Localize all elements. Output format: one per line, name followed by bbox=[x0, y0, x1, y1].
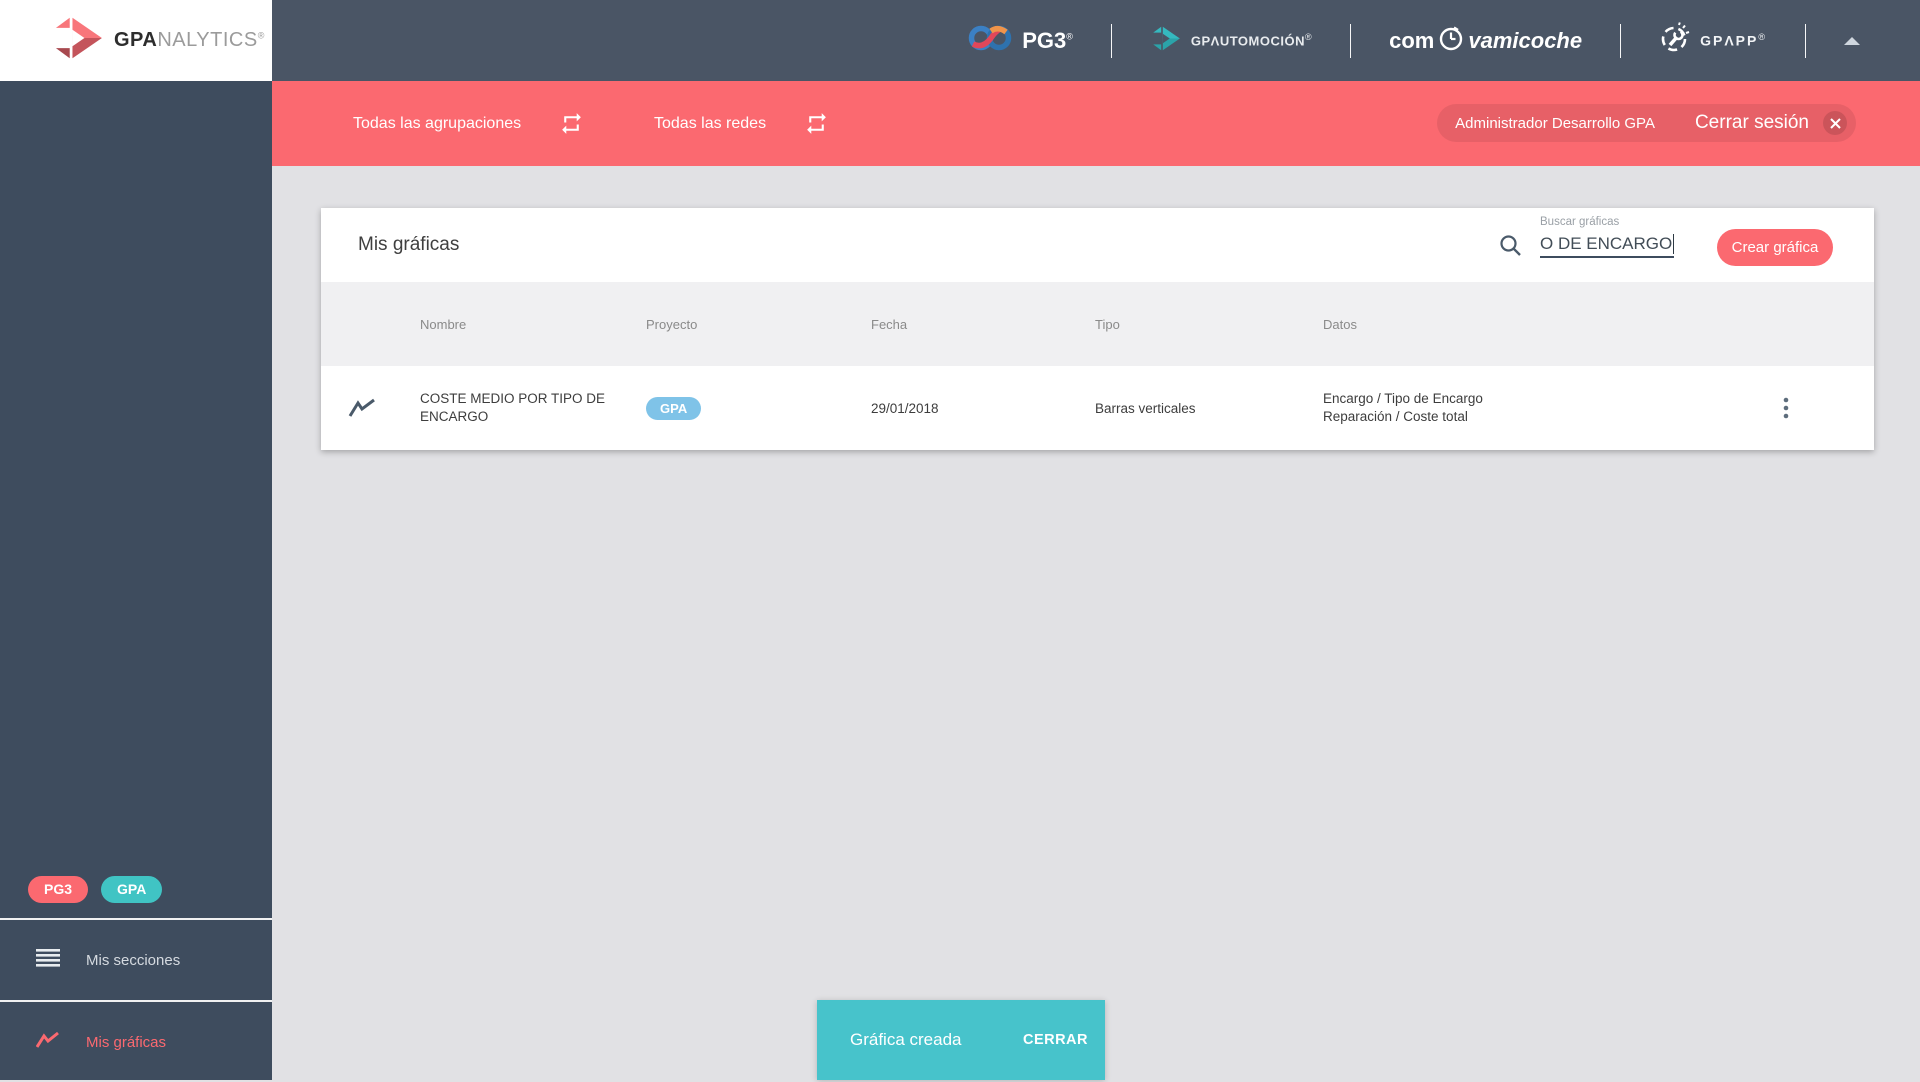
compravamicoche-logo: com vamicoche bbox=[1389, 25, 1582, 57]
topbar-separator bbox=[1350, 23, 1352, 58]
search-icon[interactable] bbox=[1499, 234, 1523, 263]
groupings-filter: Todas las agrupaciones bbox=[353, 81, 584, 166]
logout-x-icon[interactable] bbox=[1823, 111, 1847, 135]
gpapp-label: GPΛPP® bbox=[1700, 32, 1767, 49]
gpa-badge[interactable]: GPA bbox=[101, 876, 163, 903]
row-fecha: 29/01/2018 bbox=[871, 400, 939, 416]
groupings-label: Todas las agrupaciones bbox=[353, 114, 522, 132]
mis-graficas-card: Mis gráficas Buscar gráficas O DE ENCARG… bbox=[321, 208, 1874, 450]
swap-networks-icon[interactable] bbox=[804, 111, 829, 136]
app-logo: GPANALYTICS® bbox=[0, 0, 272, 81]
create-chart-button[interactable]: Crear gráfica bbox=[1717, 229, 1833, 266]
snackbar-message: Gráfica creada bbox=[850, 1030, 962, 1049]
pg3-logo: PG3® bbox=[967, 21, 1073, 60]
row-datos: Encargo / Tipo de Encargo Reparación / Co… bbox=[1323, 390, 1483, 424]
chart-line-icon bbox=[348, 366, 376, 450]
page-title: Mis gráficas bbox=[358, 234, 460, 255]
gpapp-wrench-icon bbox=[1659, 22, 1691, 59]
collapse-caret-icon[interactable] bbox=[1844, 36, 1860, 45]
snackbar-close-button[interactable]: CERRAR bbox=[1023, 1032, 1088, 1048]
topbar: PG3® GPΛUTOMOCIÓN® com vamicoche GPΛPP® bbox=[272, 0, 1920, 81]
sidebar-item-mis-graficas[interactable]: Mis gráficas bbox=[0, 1002, 272, 1082]
row-kebab-menu-icon[interactable] bbox=[1783, 366, 1789, 450]
search-input-value: O DE ENCARGO bbox=[1540, 234, 1673, 253]
topbar-separator bbox=[1805, 23, 1806, 58]
row-proyecto-badge: GPA bbox=[646, 396, 702, 420]
column-header-fecha: Fecha bbox=[871, 316, 908, 332]
logo-gpa-text: GPA bbox=[114, 29, 158, 51]
column-header-datos: Datos bbox=[1323, 316, 1357, 332]
logo-nalytics-text: NALYTICS bbox=[157, 29, 258, 51]
pg3-infinity-icon bbox=[967, 21, 1013, 60]
snackbar: Gráfica creada CERRAR bbox=[817, 1000, 1105, 1080]
gpautomocion-label: GPΛUTOMOCIÓN® bbox=[1190, 32, 1313, 49]
search-label: Buscar gráficas bbox=[1540, 216, 1620, 228]
gpanalytics-logo-icon bbox=[50, 15, 106, 66]
pg3-badge[interactable]: PG3 bbox=[28, 876, 89, 903]
compra-prefix: com bbox=[1389, 27, 1435, 53]
sidebar: GPANALYTICS® PG3 GPA Mis secciones Mis g… bbox=[0, 0, 272, 1080]
sidebar-badges: PG3 GPA bbox=[28, 876, 163, 903]
app-logo-text: GPANALYTICS® bbox=[114, 29, 265, 52]
gpapp-logo: GPΛPP® bbox=[1659, 22, 1767, 59]
column-header-tipo: Tipo bbox=[1095, 316, 1120, 332]
user-name: Administrador Desarrollo GPA bbox=[1455, 114, 1655, 132]
filter-bar: Todas las agrupaciones Todas las redes A… bbox=[272, 81, 1920, 166]
topbar-separator bbox=[1110, 23, 1112, 58]
row-nombre: COSTE MEDIO POR TIPO DE ENCARGO bbox=[420, 391, 606, 424]
logout-button[interactable]: Cerrar sesión bbox=[1695, 112, 1809, 134]
gpautomocion-arrow-icon bbox=[1150, 25, 1182, 57]
chart-line-icon bbox=[35, 1031, 60, 1054]
networks-label: Todas las redes bbox=[654, 114, 767, 132]
sidebar-item-label: Mis gráficas bbox=[86, 1033, 167, 1051]
sidebar-item-label: Mis secciones bbox=[86, 951, 181, 969]
text-cursor bbox=[1673, 234, 1674, 254]
user-session-pill: Administrador Desarrollo GPA Cerrar sesi… bbox=[1437, 104, 1856, 142]
logo-reg-mark: ® bbox=[257, 30, 265, 41]
clock-icon bbox=[1438, 25, 1464, 57]
gpautomocion-logo: GPΛUTOMOCIÓN® bbox=[1150, 25, 1312, 57]
table-header-row: Nombre Proyecto Fecha Tipo Datos bbox=[321, 282, 1874, 366]
networks-filter: Todas las redes bbox=[654, 81, 829, 166]
topbar-separator bbox=[1620, 23, 1622, 58]
swap-groupings-icon[interactable] bbox=[559, 111, 584, 136]
sidebar-item-mis-secciones[interactable]: Mis secciones bbox=[0, 920, 272, 1000]
pg3-label: PG3® bbox=[1022, 27, 1073, 53]
column-header-nombre: Nombre bbox=[420, 316, 467, 332]
table-row[interactable]: COSTE MEDIO POR TIPO DE ENCARGO GPA 29/0… bbox=[321, 366, 1874, 450]
menu-icon bbox=[36, 948, 60, 972]
search-input[interactable]: O DE ENCARGO bbox=[1540, 232, 1674, 258]
compra-suffix: vamicoche bbox=[1468, 27, 1583, 53]
column-header-proyecto: Proyecto bbox=[646, 316, 698, 332]
row-tipo: Barras verticales bbox=[1095, 400, 1196, 416]
